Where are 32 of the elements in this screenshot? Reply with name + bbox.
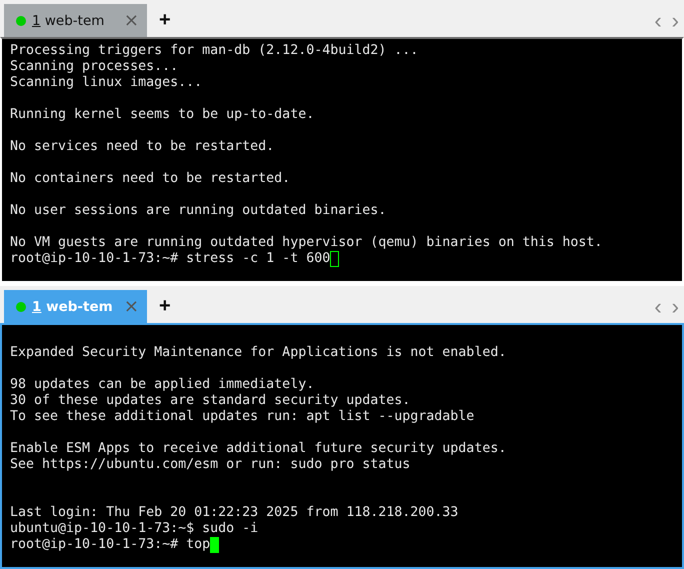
scroll-left-button[interactable]: ‹ xyxy=(649,4,667,37)
terminal-line: ubuntu@ip-10-10-1-73:~$ sudo -i xyxy=(10,521,258,537)
scroll-left-button[interactable]: ‹ xyxy=(649,290,667,323)
new-tab-button[interactable]: + xyxy=(147,4,183,37)
terminal-line: Scanning linux images... xyxy=(10,75,202,91)
terminal-tab[interactable]: 1 web-tem × xyxy=(4,4,147,37)
tab-label: 1 web-tem xyxy=(32,12,106,28)
terminal-line: Last login: Thu Feb 20 01:22:23 2025 from 118.218.200.33 xyxy=(10,505,458,521)
terminal-line: No containers need to be restarted. xyxy=(10,171,290,187)
command-prompt: root@ip-10-10-1-73:~# stress -c 1 -t 600 xyxy=(10,251,330,267)
scroll-right-button[interactable]: › xyxy=(666,290,684,323)
terminal-line: Processing triggers for man-db (2.12.0-4build2) ... xyxy=(10,43,418,59)
terminal-line: See https://ubuntu.com/esm or run: sudo pro status xyxy=(10,457,410,473)
close-icon[interactable]: × xyxy=(124,10,139,31)
terminal-output[interactable] xyxy=(0,323,684,569)
terminal-line: To see these additional updates run: apt list --upgradable xyxy=(10,409,474,425)
terminal-line: Running kernel seems to be up-to-date. xyxy=(10,107,314,123)
terminal-line: Expanded Security Maintenance for Applications is not enabled. xyxy=(10,345,506,361)
terminal-line: No VM guests are running outdated hypervisor (qemu) binaries on this host. xyxy=(10,235,602,251)
terminal-line: Scanning processes... xyxy=(10,59,178,75)
terminal-tab[interactable]: 1 web-tem × xyxy=(4,290,147,323)
terminal-line: 98 updates can be applied immediately. xyxy=(10,377,314,393)
terminal-line: No user sessions are running outdated binaries. xyxy=(10,203,386,219)
scroll-right-button[interactable]: › xyxy=(666,4,684,37)
close-icon[interactable]: × xyxy=(124,296,139,317)
terminal-line: No services need to be restarted. xyxy=(10,139,274,155)
tab-label: 1 web-tem xyxy=(32,298,114,314)
terminal-line: 30 of these updates are standard security updates. xyxy=(10,393,410,409)
terminal-output[interactable] xyxy=(0,37,684,283)
new-tab-button[interactable]: + xyxy=(147,290,183,323)
terminal-line: Enable ESM Apps to receive additional future security updates. xyxy=(10,441,506,457)
command-prompt: root@ip-10-10-1-73:~# top xyxy=(10,537,210,553)
